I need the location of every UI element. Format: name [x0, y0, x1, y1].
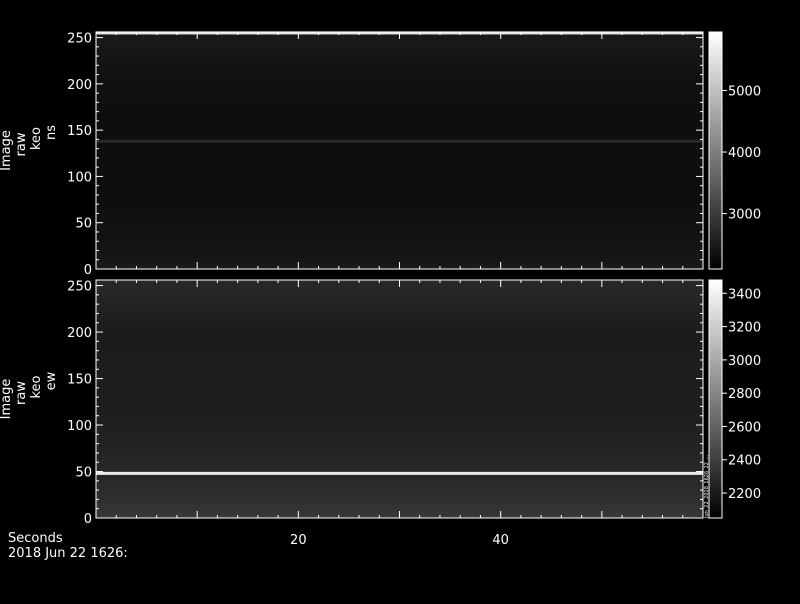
y-axis-label-word: keo [29, 375, 44, 398]
date-label: 2018 Jun 22 1626: [8, 546, 128, 561]
colorbar [708, 279, 723, 519]
y-tick-label: 100 [67, 170, 92, 185]
colorbar-tick-label: 2800 [728, 387, 761, 402]
colorbar [708, 31, 723, 270]
heatmap-bright-row [96, 139, 703, 143]
panel-ns: 0 50 100 150 200 250 Imagerawkeons 3000 4000 5000 [0, 31, 761, 278]
x-axis-title: Seconds [8, 531, 63, 546]
y-axis-label-word: ew [44, 371, 59, 390]
y-axis-label-word: raw [14, 381, 29, 405]
colorbar-tick-label: 3000 [728, 208, 761, 223]
x-tick-label: 40 [492, 533, 509, 548]
y-axis-label-word: raw [14, 132, 29, 156]
colorbar-tick-label: 5000 [728, 84, 761, 99]
side-annotation: Jun_22_2018_1626_22_... [704, 454, 710, 519]
x-tick-label: 20 [290, 533, 307, 548]
y-tick-label: 0 [84, 263, 92, 278]
colorbar-tick-label: 4000 [728, 146, 761, 161]
y-tick-label: 0 [84, 512, 92, 527]
colorbar-tick-label: 3200 [728, 321, 761, 336]
y-tick-label: 150 [67, 124, 92, 139]
y-axis-label-word: keo [29, 127, 44, 150]
colorbar-tick-label: 2600 [728, 420, 761, 435]
y-axis-label: Imagerawkeoew [0, 371, 59, 419]
colorbar-tick-label: 2400 [728, 454, 761, 469]
y-axis-label-word: Image [0, 130, 14, 171]
y-tick-label: 50 [75, 217, 92, 232]
y-tick-label: 100 [67, 419, 92, 434]
colorbar-tick-label: 3400 [728, 287, 761, 302]
keogram-figure: 050100150200250Imagerawkeons300040005000… [0, 31, 761, 548]
y-axis-label-word: ns [44, 125, 59, 140]
heatmap-bright-row [96, 471, 703, 475]
y-tick-label: 200 [67, 326, 92, 341]
y-tick-label: 250 [67, 280, 92, 295]
y-tick-label: 50 [75, 466, 92, 481]
y-axis-label-word: Image [0, 379, 14, 420]
y-tick-label: 150 [67, 373, 92, 388]
y-axis-label: Imagerawkeons [0, 125, 59, 171]
y-tick-label: 250 [67, 32, 92, 47]
y-tick-label: 200 [67, 78, 92, 93]
panel-ew: 0 50 100 150 200 250 20 40 Imagerawkeoew 2200 2400… [0, 279, 761, 548]
heatmap-image [96, 32, 703, 269]
colorbar-tick-label: 2200 [728, 487, 761, 502]
heatmap-image [96, 280, 703, 518]
colorbar-tick-label: 3000 [728, 354, 761, 369]
